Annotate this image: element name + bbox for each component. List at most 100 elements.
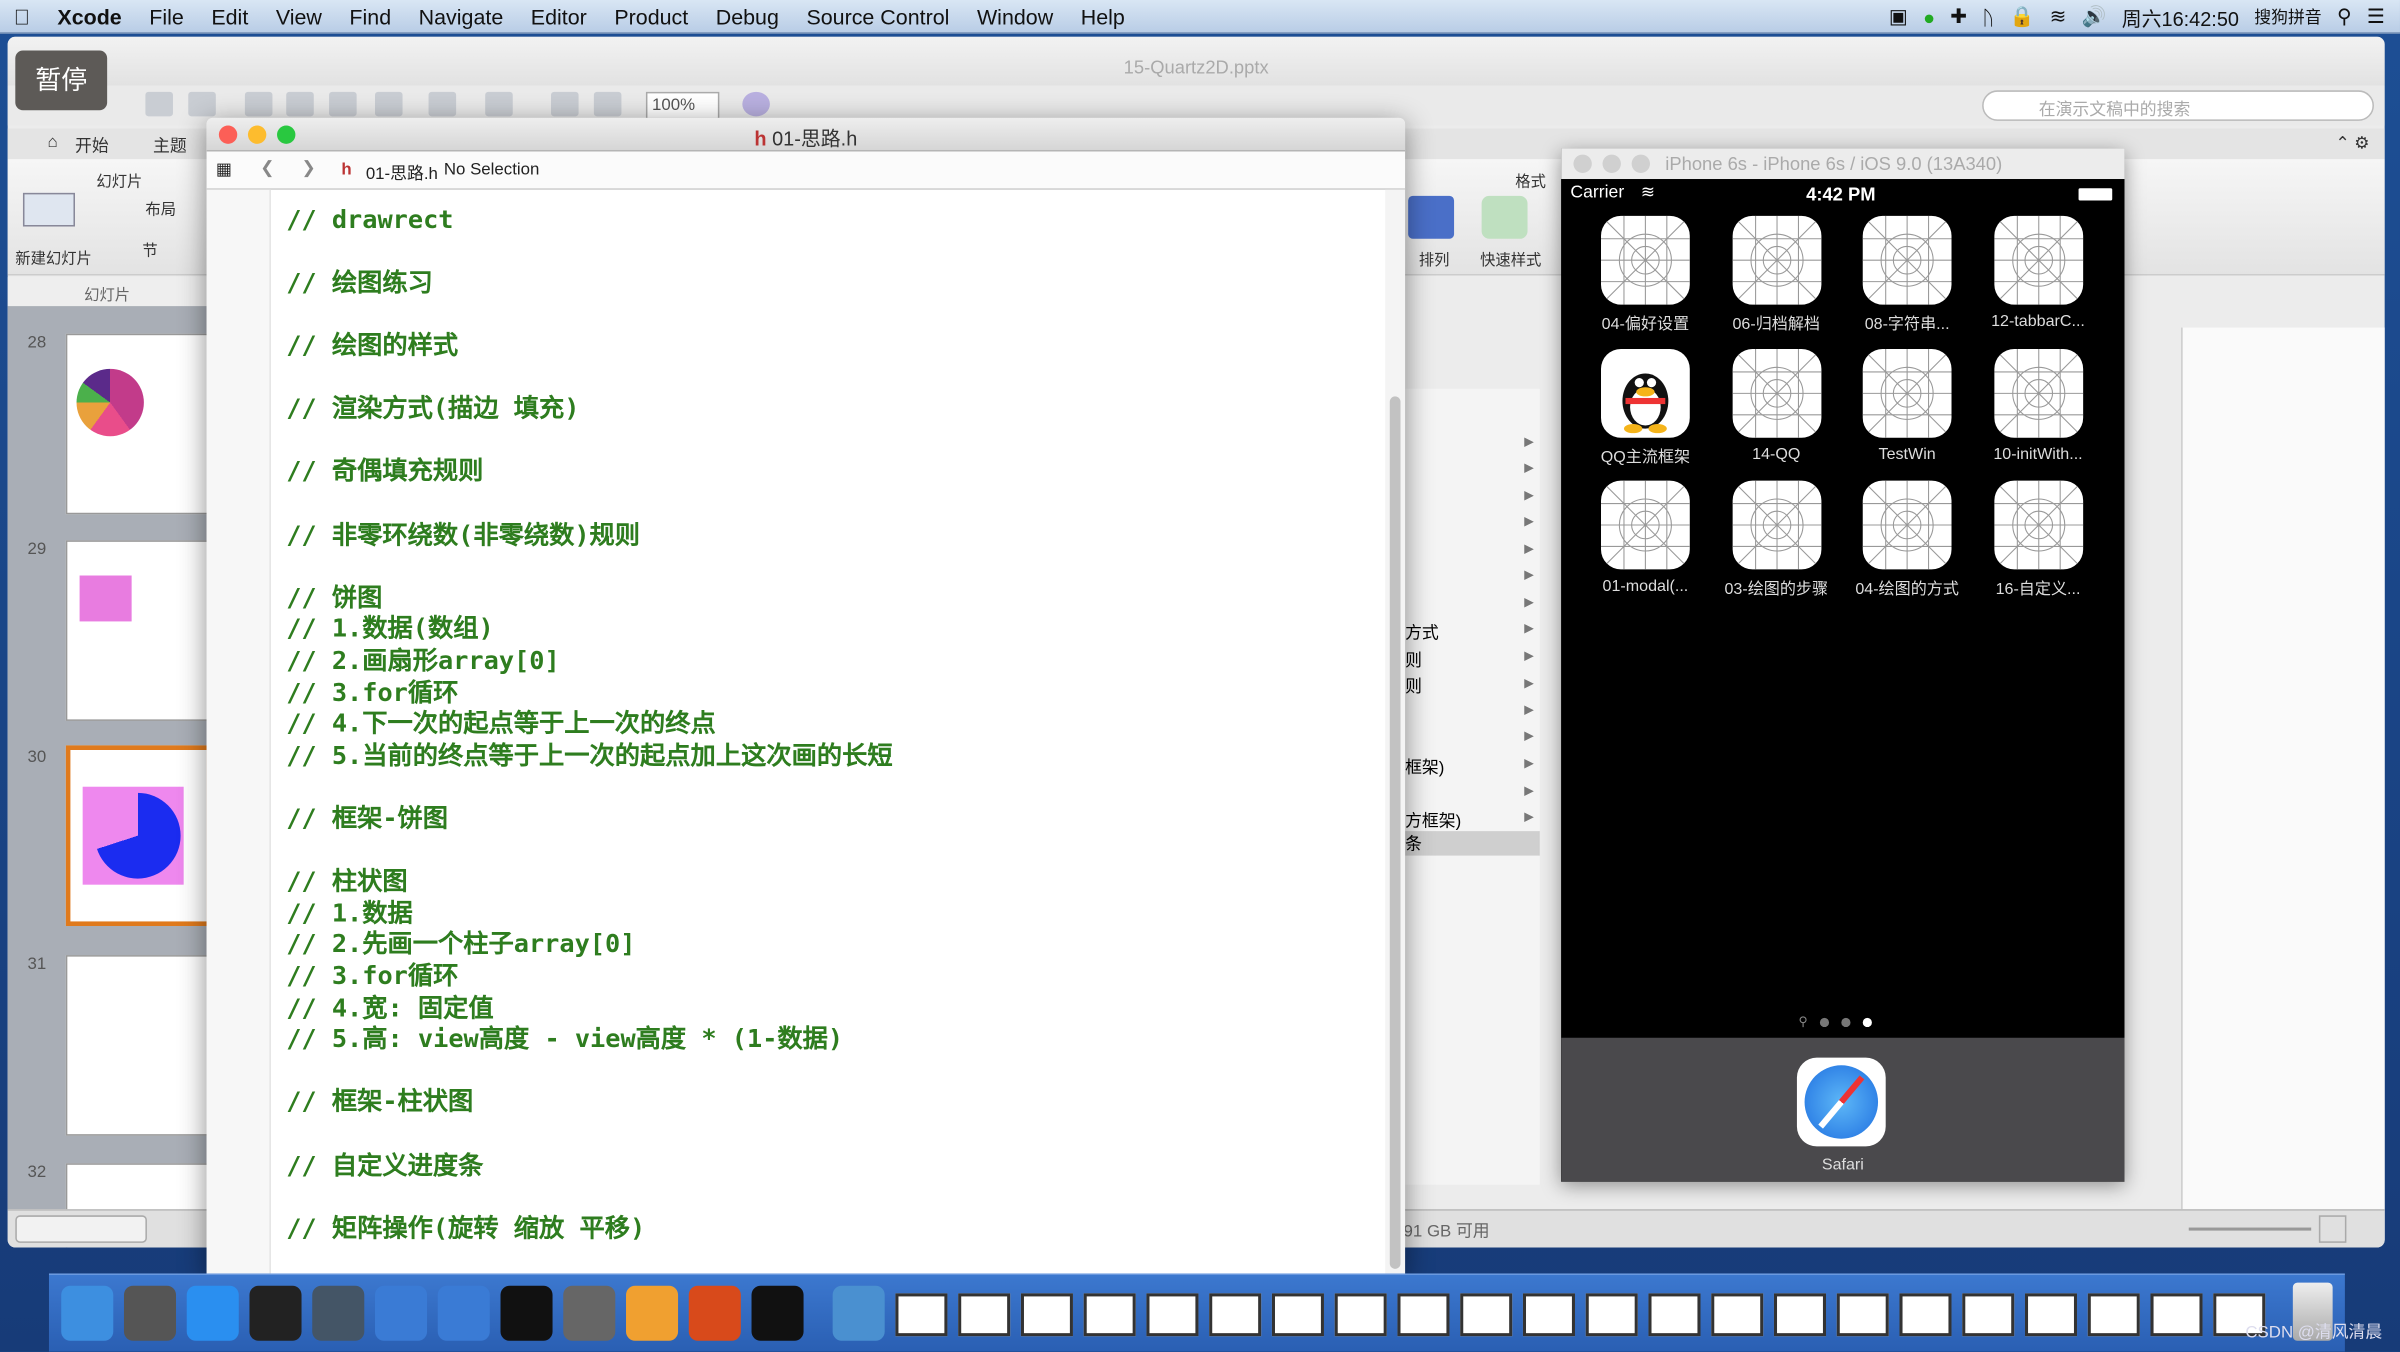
safari-icon[interactable] <box>186 1285 239 1341</box>
slide-thumbnail-30[interactable] <box>65 745 212 927</box>
zoom-button[interactable] <box>1631 154 1650 173</box>
qq-app-icon[interactable] <box>1601 348 1690 437</box>
new-slide-button[interactable]: 新建幻灯片 <box>15 245 92 268</box>
menu-editor[interactable]: Editor <box>517 4 601 28</box>
minimized-window-icon[interactable] <box>1899 1293 1952 1337</box>
xcode-icon[interactable] <box>374 1285 428 1341</box>
minimized-window-icon[interactable] <box>1209 1293 1262 1337</box>
code-line[interactable]: // 1.数据(数组) <box>286 614 493 646</box>
page-dot[interactable] <box>1841 1017 1851 1027</box>
code-line[interactable]: // 柱状图 <box>286 867 407 899</box>
present-icon[interactable] <box>593 91 622 117</box>
menu-window[interactable]: Window <box>963 4 1067 28</box>
status-green-icon[interactable]: ● <box>1923 5 1935 28</box>
menu-item[interactable]: 则 <box>1405 673 1422 697</box>
slideshow-icon[interactable] <box>551 91 579 117</box>
menu-view[interactable]: View <box>262 4 336 28</box>
jump-selection[interactable]: No Selection <box>444 161 539 179</box>
menu-edit[interactable]: Edit <box>198 4 262 28</box>
related-items-icon[interactable]: ▦ <box>216 159 232 179</box>
menu-app[interactable]: Xcode <box>44 4 136 28</box>
app-icon[interactable] <box>1731 215 1821 305</box>
minimized-window-icon[interactable] <box>1522 1293 1575 1337</box>
minimize-button[interactable] <box>1602 154 1621 173</box>
code-line[interactable]: // 4.宽: 固定值 <box>286 993 493 1025</box>
code-line[interactable]: // 2.先画一个柱子array[0] <box>286 930 635 962</box>
arrange-button[interactable]: 排列 <box>1419 246 1450 270</box>
code-line[interactable]: // 4.下一次的起点等于上一次的终点 <box>286 709 716 741</box>
code-line[interactable]: // 非零环绕数(非零绕数)规则 <box>286 520 640 552</box>
notification-center-icon[interactable]: ☰ <box>2367 5 2385 29</box>
quick-styles-icon[interactable] <box>1481 195 1528 239</box>
airplane-icon[interactable]: ✚ <box>1950 5 1967 29</box>
code-line[interactable]: // 绘图练习 <box>286 268 433 300</box>
xcode-beta-icon[interactable] <box>437 1285 490 1341</box>
page-dot[interactable] <box>1862 1017 1872 1027</box>
app-icon[interactable] <box>1862 215 1952 305</box>
minimize-button[interactable] <box>247 125 267 144</box>
code-line[interactable]: // 饼图 <box>286 583 382 615</box>
minimized-window-icon[interactable] <box>2024 1293 2078 1337</box>
jump-file[interactable]: 01-思路.h <box>366 161 438 185</box>
slide-thumbnail-28[interactable] <box>65 333 212 515</box>
pause-button[interactable]: 暂停 <box>15 50 108 111</box>
search-page-icon[interactable]: ⚲ <box>1798 1015 1807 1029</box>
minimized-window-icon[interactable] <box>958 1293 1011 1337</box>
menu-item-selected[interactable]: 条 <box>1405 831 1540 856</box>
minimized-window-icon[interactable] <box>2087 1293 2140 1337</box>
save-icon[interactable] <box>145 91 173 117</box>
undo-icon[interactable] <box>428 91 457 117</box>
minimized-window-icon[interactable] <box>1083 1293 1136 1337</box>
page-indicator[interactable]: ⚲ <box>1798 1015 1872 1029</box>
slides-tab[interactable]: 幻灯片 <box>7 277 207 307</box>
minimized-window-icon[interactable] <box>1334 1293 1387 1337</box>
new-slide-icon[interactable] <box>22 192 75 227</box>
minimized-window-icon[interactable] <box>1460 1293 1513 1337</box>
fit-window-icon[interactable] <box>2318 1215 2347 1243</box>
spotlight-icon[interactable]: ⚲ <box>2337 5 2352 29</box>
code-line[interactable]: // 框架-柱状图 <box>286 1087 473 1119</box>
app-icon[interactable] <box>1862 348 1952 437</box>
cut-icon[interactable] <box>244 91 273 117</box>
app-icon[interactable] <box>1993 480 2083 570</box>
forward-button[interactable]: ❯ <box>302 158 316 177</box>
menu-item[interactable]: 方式 <box>1405 620 1439 644</box>
finder-icon[interactable] <box>61 1285 114 1341</box>
menu-product[interactable]: Product <box>601 4 702 28</box>
app-icon[interactable] <box>1601 480 1690 570</box>
minimized-window-icon[interactable] <box>1585 1293 1638 1337</box>
input-method[interactable]: 搜狗拼音 <box>2254 5 2321 29</box>
redo-icon[interactable] <box>485 91 513 117</box>
menu-navigate[interactable]: Navigate <box>405 4 517 28</box>
copy-icon[interactable] <box>286 91 314 117</box>
minimized-window-icon[interactable] <box>895 1293 948 1337</box>
print-icon[interactable] <box>188 91 216 117</box>
code-line[interactable]: // 框架-饼图 <box>286 804 448 836</box>
minimized-window-icon[interactable] <box>1648 1293 1701 1337</box>
terminal-icon[interactable] <box>500 1285 553 1341</box>
minimized-window-icon[interactable] <box>1020 1293 1073 1337</box>
menu-item[interactable]: 框架) <box>1405 755 1444 779</box>
code-line[interactable]: // 绘图的样式 <box>286 331 458 363</box>
code-line[interactable]: // 2.画扇形array[0] <box>286 646 559 678</box>
zoom-slider[interactable] <box>2188 1227 2312 1231</box>
app-icon[interactable] <box>1862 480 1952 570</box>
app-icon[interactable] <box>1731 348 1821 437</box>
app-icon[interactable] <box>1993 215 2083 305</box>
section-button[interactable]: 节 <box>142 237 157 260</box>
app-icon[interactable] <box>1993 348 2083 437</box>
help-icon[interactable] <box>742 91 770 117</box>
close-button[interactable] <box>1573 154 1592 173</box>
minimized-window-icon[interactable] <box>1773 1293 1827 1337</box>
scrollbar-thumb[interactable] <box>1389 396 1401 1269</box>
bluetooth-icon[interactable]: ᚢ <box>1982 5 1994 28</box>
code-line[interactable]: // 5.当前的终点等于上一次的起点加上这次画的长短 <box>286 740 892 772</box>
code-line[interactable]: // 渲染方式(描边 填充) <box>286 394 579 426</box>
launchpad-icon[interactable] <box>123 1285 177 1341</box>
code-line[interactable]: // 矩阵操作(旋转 缩放 平移) <box>286 1213 645 1245</box>
paste-icon[interactable] <box>329 91 357 117</box>
code-line[interactable]: // 1.数据 <box>286 898 413 930</box>
preview-icon[interactable] <box>832 1285 885 1341</box>
lock-icon[interactable]: 🔒 <box>2010 5 2035 29</box>
code-line[interactable]: // 5.高: view高度 - view高度 * (1-数据) <box>286 1024 843 1056</box>
